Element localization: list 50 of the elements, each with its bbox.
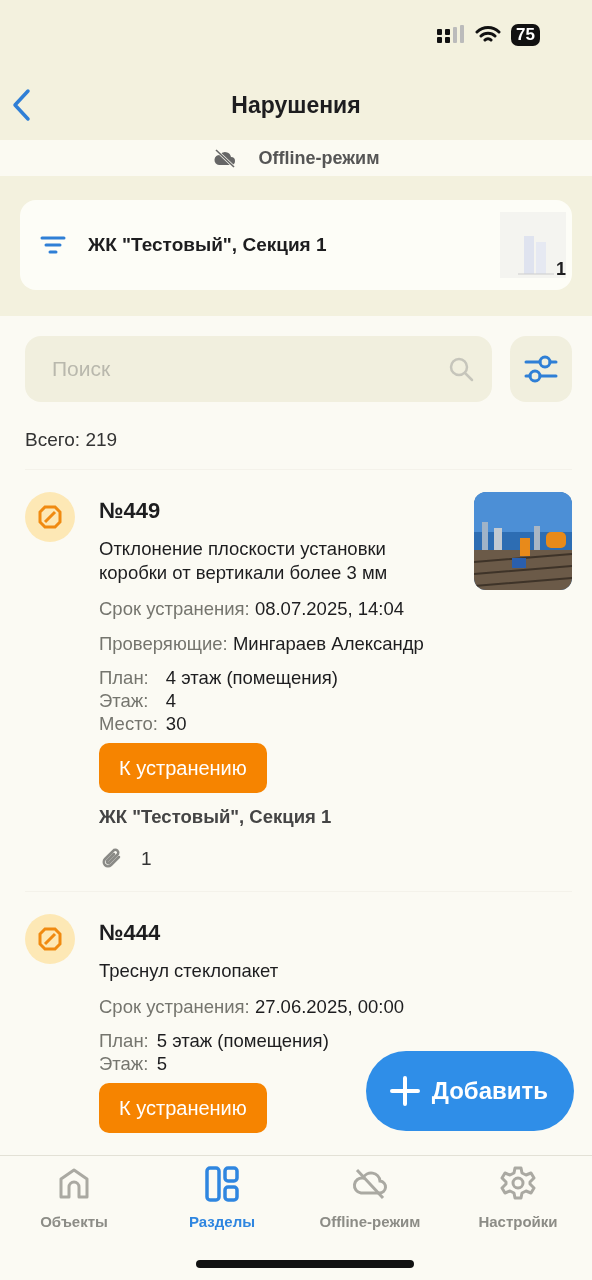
field-value: 4 этаж (помещения) <box>165 666 339 689</box>
filter-settings-button[interactable] <box>510 336 572 402</box>
add-button[interactable]: Добавить <box>365 1051 574 1131</box>
prohibited-icon <box>38 927 62 952</box>
tab-bar-item[interactable]: Offline-режим <box>296 1164 444 1244</box>
field-value: Мингараев Александр <box>232 633 424 655</box>
tab-bar-item[interactable]: Разделы <box>148 1164 296 1244</box>
cloud-off-icon <box>212 148 237 168</box>
field-label: Место: <box>99 712 158 735</box>
violation-number[interactable]: №444 <box>99 916 572 950</box>
field-label: Проверяющие: <box>99 633 228 655</box>
attachment-count: 1 <box>141 846 152 871</box>
grid-icon <box>204 1165 240 1203</box>
sliders-icon <box>524 354 558 384</box>
page-title: Нарушения <box>231 90 361 120</box>
search-icon <box>448 356 474 382</box>
battery-indicator: 75 <box>511 24 540 46</box>
field-value: 5 <box>156 1052 169 1075</box>
field-label: Этаж: <box>99 689 150 712</box>
settings-icon <box>500 1165 536 1203</box>
total-count: Всего: 219 <box>25 428 119 452</box>
field-label: План: <box>99 1029 149 1052</box>
object-selector[interactable]: ЖК "Тестовый", Секция 1 1 <box>20 200 572 290</box>
field-label: Срок устранения: <box>99 597 250 619</box>
search-field[interactable]: Поиск <box>50 352 448 386</box>
field-label: План: <box>99 666 150 689</box>
tab-bar-item[interactable]: Настройки <box>444 1164 592 1244</box>
plan-number: 1 <box>556 260 566 278</box>
prohibited-icon <box>38 504 62 529</box>
search-bar[interactable]: Поиск <box>25 336 492 402</box>
object-name: ЖК "Тестовый", Секция 1 <box>99 805 333 829</box>
field-value: 4 <box>165 689 178 712</box>
field-value: 30 <box>165 712 188 735</box>
signal-icon <box>437 25 466 45</box>
tab-bar-item[interactable]: Объекты <box>0 1164 148 1244</box>
field-value: 08.07.2025, 14:04 <box>254 597 405 619</box>
status-button[interactable]: К устранению <box>99 743 267 793</box>
status-button[interactable]: К устранению <box>99 1083 267 1133</box>
violation-description: Отклонение плоскости установки коробки от вертикали более 3 мм <box>99 536 389 585</box>
field-label: Этаж: <box>99 1052 149 1075</box>
violation-description: Треснул стеклопакет <box>99 959 280 984</box>
offline-label: Offline-режим <box>258 146 380 170</box>
filter-icon <box>40 235 66 255</box>
field-label: Срок устранения: <box>99 996 250 1018</box>
plus-icon <box>389 1076 420 1106</box>
field-value: 27.06.2025, 00:00 <box>254 996 405 1018</box>
violation-number[interactable]: №449 <box>99 493 450 527</box>
back-button[interactable] <box>10 88 32 122</box>
back-icon <box>10 88 32 122</box>
field-value: 5 этаж (помещения) <box>156 1029 330 1052</box>
